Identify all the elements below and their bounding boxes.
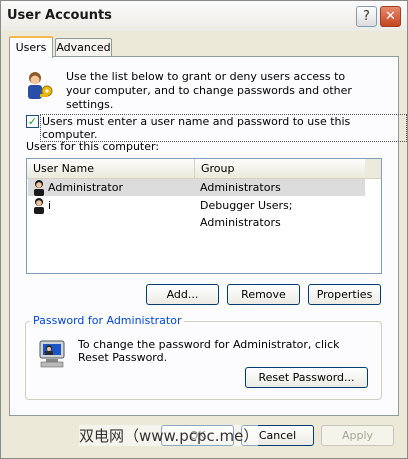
- user-accounts-window: User Accounts ? ✕ Users Advanced Use the…: [0, 0, 408, 459]
- column-header-user-name[interactable]: User Name: [27, 159, 195, 179]
- password-group-legend: Password for Administrator: [30, 314, 185, 327]
- intro-text: Use the list below to grant or deny user…: [66, 70, 352, 111]
- properties-button[interactable]: Properties: [308, 284, 381, 305]
- column-header-user-name-label: User Name: [33, 162, 95, 175]
- remove-button[interactable]: Remove: [227, 284, 300, 305]
- user-name-cell: Administrator: [48, 181, 123, 194]
- users-list[interactable]: User Name Group Administrator Administra…: [26, 158, 382, 274]
- computer-user-icon: [39, 340, 65, 368]
- question-mark-icon: ?: [363, 9, 370, 24]
- reset-password-button[interactable]: Reset Password...: [245, 367, 368, 388]
- close-button[interactable]: ✕: [380, 6, 401, 27]
- tab-users[interactable]: Users: [9, 36, 53, 58]
- table-row[interactable]: Administrator Administrators: [28, 179, 365, 196]
- add-button[interactable]: Add...: [146, 284, 219, 305]
- users-list-label: Users for this computer:: [26, 140, 160, 153]
- tab-advanced-label: Advanced: [56, 41, 111, 54]
- header-filler: [365, 159, 381, 179]
- group-cell: Administrators: [200, 181, 281, 194]
- table-row[interactable]: i Debugger Users; Administrators: [28, 197, 365, 229]
- close-icon: ✕: [385, 9, 396, 24]
- tab-advanced[interactable]: Advanced: [55, 38, 112, 58]
- must-login-label[interactable]: Users must enter a user name and passwor…: [40, 114, 407, 142]
- password-instructions: To change the password for Administrator…: [78, 338, 340, 364]
- apply-button[interactable]: Apply: [321, 425, 394, 446]
- user-icon: [34, 198, 44, 214]
- group-cell: Debugger Users; Administrators: [200, 199, 293, 229]
- user-icon: [34, 180, 44, 196]
- title-bar[interactable]: User Accounts ? ✕: [1, 1, 407, 31]
- checkmark-icon: ✓: [27, 115, 38, 128]
- must-login-checkbox[interactable]: ✓: [26, 115, 39, 128]
- users-key-icon: [28, 72, 53, 99]
- user-name-cell: i: [48, 199, 52, 212]
- site-watermark: 双电网（www.pcpc.me）: [79, 425, 259, 446]
- window-title: User Accounts: [7, 8, 112, 23]
- help-button[interactable]: ?: [356, 6, 377, 27]
- tab-users-label: Users: [15, 41, 47, 54]
- column-header-group-label: Group: [201, 162, 235, 175]
- column-header-group[interactable]: Group: [195, 159, 365, 179]
